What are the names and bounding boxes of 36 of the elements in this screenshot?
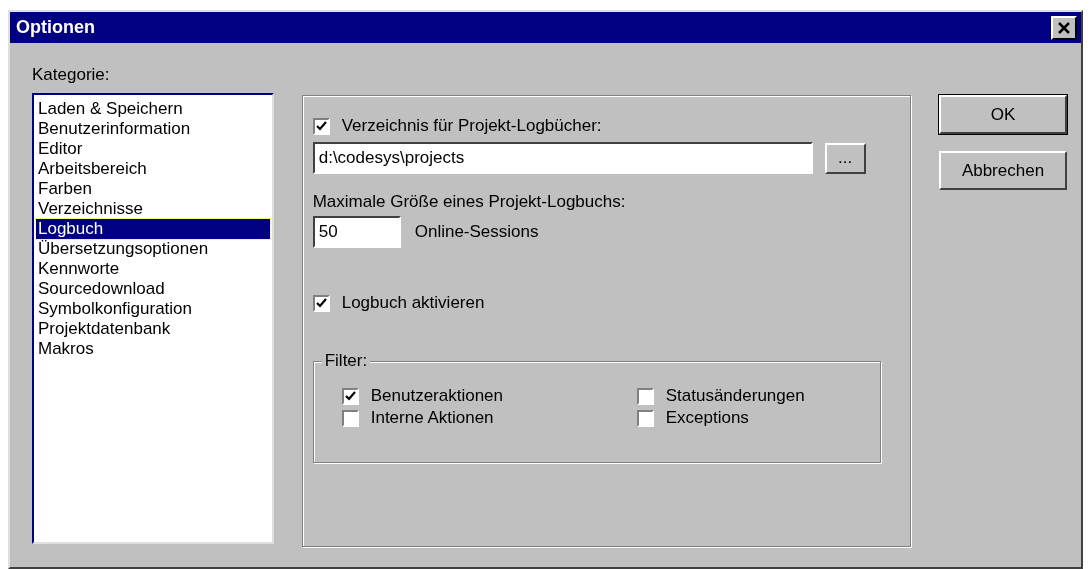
- window-title: Optionen: [16, 17, 95, 38]
- category-item[interactable]: Arbeitsbereich: [36, 159, 270, 179]
- checkbox[interactable]: [636, 387, 654, 405]
- close-icon: [1057, 21, 1071, 34]
- category-item[interactable]: Projektdatenbank: [36, 319, 270, 339]
- directory-field[interactable]: d:\codesys\projects: [312, 142, 813, 174]
- category-item[interactable]: Benutzerinformation: [36, 119, 270, 139]
- close-button[interactable]: [1051, 15, 1077, 40]
- category-item[interactable]: Laden & Speichern: [36, 99, 270, 119]
- category-item[interactable]: Farben: [36, 179, 270, 199]
- category-item[interactable]: Makros: [36, 339, 270, 359]
- category-item[interactable]: Logbuch: [36, 219, 270, 239]
- category-item[interactable]: Editor: [36, 139, 270, 159]
- dialog-button[interactable]: OK: [939, 95, 1067, 134]
- category-item[interactable]: Kennworte: [36, 259, 270, 279]
- checkbox[interactable]: [341, 409, 359, 427]
- checkbox-label: Verzeichnis für Projekt-Logbücher:: [341, 116, 602, 136]
- category-item[interactable]: Sourcedownload: [36, 279, 270, 299]
- checkbox[interactable]: [312, 117, 330, 135]
- checkbox-label: Logbuch aktivieren: [341, 293, 485, 313]
- size-field[interactable]: 50: [312, 216, 401, 248]
- category-item[interactable]: Übersetzungsoptionen: [36, 239, 270, 259]
- category-label: Kategorie:: [32, 65, 111, 85]
- checkbox[interactable]: [312, 294, 330, 312]
- category-item[interactable]: Verzeichnisse: [36, 199, 270, 219]
- checkbox[interactable]: [341, 387, 359, 405]
- checkbox-label: Interne Aktionen: [370, 408, 494, 428]
- browse-button[interactable]: ...: [824, 142, 866, 174]
- field-label: Maximale Größe eines Projekt-Logbuchs:: [312, 192, 627, 212]
- checkbox-label: Exceptions: [665, 408, 749, 428]
- checkbox-label: Benutzeraktionen: [370, 386, 504, 406]
- dialog-button[interactable]: Abbrechen: [939, 151, 1067, 190]
- checkbox-label: Statusänderungen: [665, 386, 805, 406]
- category-item[interactable]: Symbolkonfiguration: [36, 299, 270, 319]
- unit-label: Online-Sessions: [414, 222, 539, 242]
- checkbox[interactable]: [636, 409, 654, 427]
